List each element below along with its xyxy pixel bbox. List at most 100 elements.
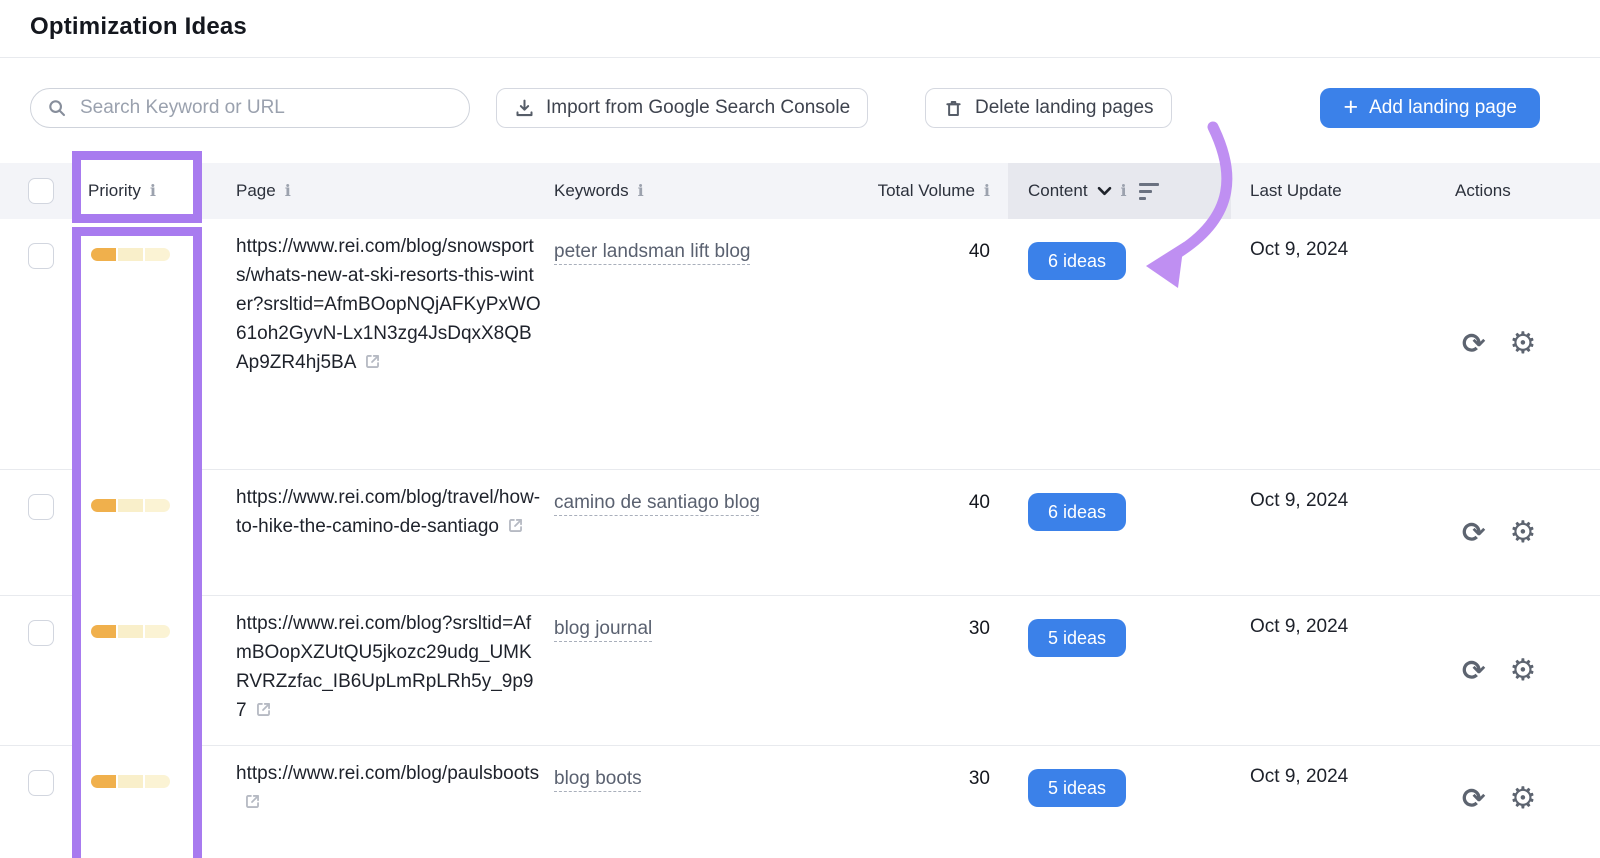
search-icon xyxy=(46,97,68,119)
refresh-icon[interactable]: ⟳ xyxy=(1462,785,1485,813)
page-url-cell: https://www.rei.com/blog/paulsboots xyxy=(236,759,542,820)
row-actions: ⟳ ⚙ xyxy=(1462,329,1536,359)
refresh-icon[interactable]: ⟳ xyxy=(1462,657,1485,685)
row-actions: ⟳ ⚙ xyxy=(1462,518,1536,548)
delete-landing-pages-label: Delete landing pages xyxy=(975,97,1154,119)
keyword-cell: blog journal xyxy=(554,613,794,644)
column-header-content[interactable]: Content i xyxy=(1028,163,1159,219)
trash-icon xyxy=(943,98,964,119)
page-url: https://www.rei.com/blog?srsltid=AfmBOop… xyxy=(236,613,533,721)
refresh-icon[interactable]: ⟳ xyxy=(1462,330,1485,358)
sort-icon[interactable] xyxy=(1139,183,1159,200)
total-volume-header-label: Total Volume xyxy=(878,181,975,201)
total-volume-value: 30 xyxy=(840,768,990,790)
last-update-header-label: Last Update xyxy=(1250,181,1342,201)
keyword-link[interactable]: camino de santiago blog xyxy=(554,492,760,513)
table-row: https://www.rei.com/blog?srsltid=AfmBOop… xyxy=(0,596,1600,746)
search-input[interactable] xyxy=(78,96,454,120)
keywords-header-label: Keywords xyxy=(554,181,629,201)
total-volume-value: 40 xyxy=(840,492,990,514)
add-landing-page-label: Add landing page xyxy=(1369,97,1517,119)
page-url: https://www.rei.com/blog/paulsboots xyxy=(236,763,539,784)
row-actions: ⟳ ⚙ xyxy=(1462,656,1536,686)
info-icon[interactable]: i xyxy=(638,183,644,199)
column-header-priority: Priority i xyxy=(88,163,156,219)
title-bar: Optimization Ideas xyxy=(0,0,1600,58)
add-landing-page-button[interactable]: + Add landing page xyxy=(1320,88,1540,128)
keyword-link[interactable]: blog journal xyxy=(554,618,652,639)
column-header-keywords: Keywords i xyxy=(554,163,644,219)
import-gsc-button[interactable]: Import from Google Search Console xyxy=(496,88,868,128)
keyword-link[interactable]: peter landsman lift blog xyxy=(554,241,750,262)
row-checkbox[interactable] xyxy=(28,494,54,520)
content-ideas-button[interactable]: 5 ideas xyxy=(1028,619,1126,657)
last-update-value: Oct 9, 2024 xyxy=(1250,766,1348,788)
page-url-cell: https://www.rei.com/blog?srsltid=AfmBOop… xyxy=(236,609,542,728)
keyword-link[interactable]: blog boots xyxy=(554,768,642,789)
priority-bar xyxy=(91,775,170,788)
external-link-icon[interactable] xyxy=(506,515,525,544)
keyword-cell: camino de santiago blog xyxy=(554,487,794,518)
download-icon xyxy=(514,98,535,119)
priority-bar xyxy=(91,248,170,261)
page-url-cell: https://www.rei.com/blog/travel/how-to-h… xyxy=(236,483,542,544)
page-title: Optimization Ideas xyxy=(30,13,247,41)
page-url: https://www.rei.com/blog/snowsports/what… xyxy=(236,236,541,373)
page-url: https://www.rei.com/blog/travel/how-to-h… xyxy=(236,487,540,537)
content-ideas-cell: 6 ideas xyxy=(1028,242,1126,280)
last-update-value: Oct 9, 2024 xyxy=(1250,490,1348,512)
info-icon[interactable]: i xyxy=(285,183,291,199)
table-row: https://www.rei.com/blog/paulsboots blog… xyxy=(0,746,1600,858)
keyword-cell: peter landsman lift blog xyxy=(554,236,794,267)
column-header-page: Page i xyxy=(236,163,291,219)
content-header-label: Content xyxy=(1028,181,1088,201)
priority-header-label: Priority xyxy=(88,181,141,201)
content-ideas-button[interactable]: 5 ideas xyxy=(1028,769,1126,807)
page-url-cell: https://www.rei.com/blog/snowsports/what… xyxy=(236,232,542,380)
keyword-cell: blog boots xyxy=(554,763,794,794)
gear-icon[interactable]: ⚙ xyxy=(1509,329,1536,359)
table-body: https://www.rei.com/blog/snowsports/what… xyxy=(0,219,1600,858)
table-row: https://www.rei.com/blog/snowsports/what… xyxy=(0,219,1600,470)
chevron-down-icon[interactable] xyxy=(1097,186,1112,196)
info-icon[interactable]: i xyxy=(984,183,990,199)
content-ideas-cell: 6 ideas xyxy=(1028,493,1126,531)
last-update-value: Oct 9, 2024 xyxy=(1250,616,1348,638)
row-actions: ⟳ ⚙ xyxy=(1462,784,1536,814)
import-gsc-label: Import from Google Search Console xyxy=(546,97,850,119)
select-all-checkbox[interactable] xyxy=(28,163,54,219)
total-volume-value: 30 xyxy=(840,618,990,640)
priority-bar xyxy=(91,499,170,512)
optimization-ideas-page: Optimization Ideas Import from Google Se… xyxy=(0,0,1600,858)
gear-icon[interactable]: ⚙ xyxy=(1509,518,1536,548)
plus-icon: + xyxy=(1343,95,1358,120)
priority-bar xyxy=(91,625,170,638)
table-row: https://www.rei.com/blog/travel/how-to-h… xyxy=(0,470,1600,596)
delete-landing-pages-button[interactable]: Delete landing pages xyxy=(925,88,1172,128)
actions-header-label: Actions xyxy=(1455,181,1511,201)
content-ideas-button[interactable]: 6 ideas xyxy=(1028,242,1126,280)
search-input-wrapper xyxy=(30,88,470,128)
table-header: Priority i Page i Keywords i Total Volum… xyxy=(0,163,1600,219)
external-link-icon[interactable] xyxy=(243,791,262,820)
column-header-last-update: Last Update xyxy=(1250,163,1342,219)
info-icon[interactable]: i xyxy=(150,183,156,199)
last-update-value: Oct 9, 2024 xyxy=(1250,239,1348,261)
gear-icon[interactable]: ⚙ xyxy=(1509,656,1536,686)
total-volume-value: 40 xyxy=(840,241,990,263)
column-header-total-volume: Total Volume i xyxy=(790,163,990,219)
gear-icon[interactable]: ⚙ xyxy=(1509,784,1536,814)
column-header-actions: Actions xyxy=(1455,163,1511,219)
content-ideas-cell: 5 ideas xyxy=(1028,619,1126,657)
priority-column-highlight-box xyxy=(72,227,202,858)
info-icon[interactable]: i xyxy=(1121,183,1127,199)
row-checkbox[interactable] xyxy=(28,243,54,269)
content-ideas-button[interactable]: 6 ideas xyxy=(1028,493,1126,531)
content-ideas-cell: 5 ideas xyxy=(1028,769,1126,807)
page-header-label: Page xyxy=(236,181,276,201)
row-checkbox[interactable] xyxy=(28,620,54,646)
row-checkbox[interactable] xyxy=(28,770,54,796)
external-link-icon[interactable] xyxy=(254,699,273,728)
refresh-icon[interactable]: ⟳ xyxy=(1462,519,1485,547)
external-link-icon[interactable] xyxy=(363,351,382,380)
